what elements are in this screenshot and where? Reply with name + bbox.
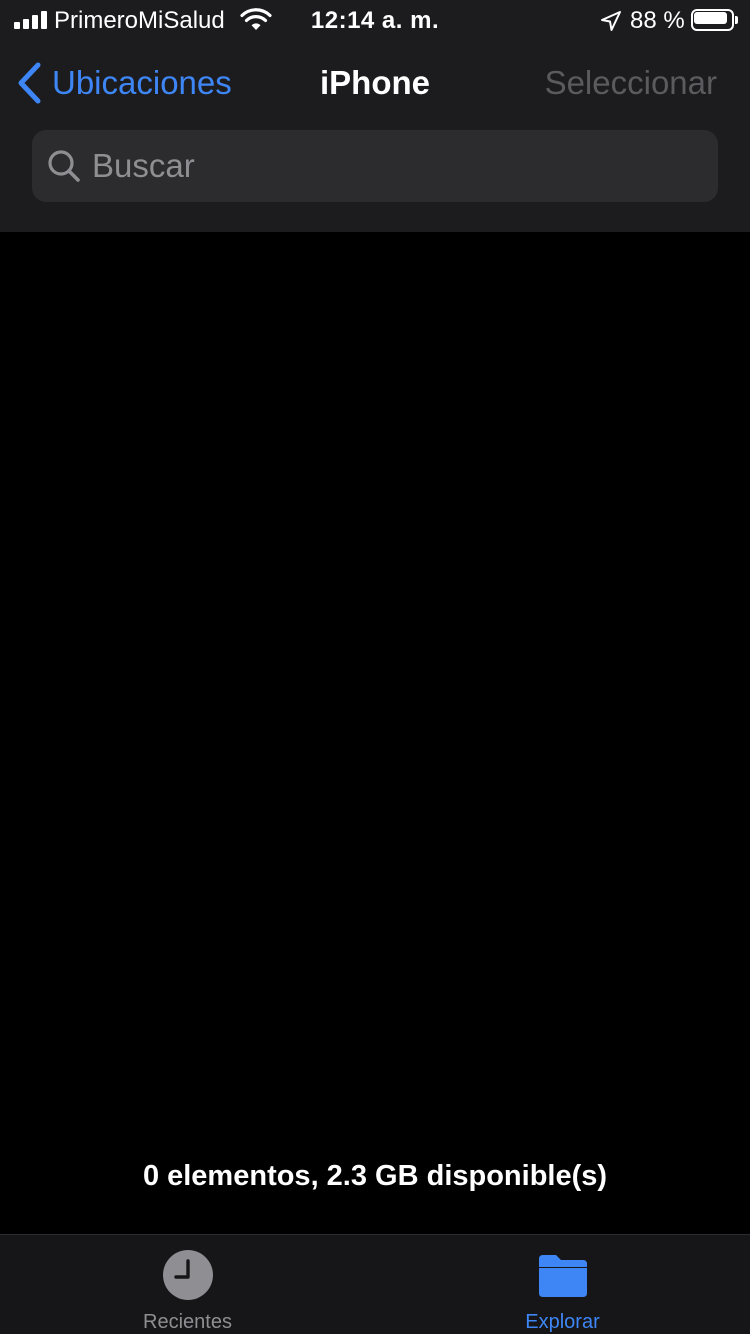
tab-browse[interactable]: Explorar xyxy=(375,1235,750,1334)
tab-browse-label: Explorar xyxy=(525,1311,600,1333)
location-icon xyxy=(601,11,621,31)
search-input[interactable] xyxy=(92,130,718,202)
tab-recents-label: Recientes xyxy=(143,1311,232,1333)
file-list-area: 0 elementos, 2.3 GB disponible(s) xyxy=(0,232,750,1234)
select-button[interactable]: Seleccionar xyxy=(545,64,717,102)
clock-icon xyxy=(162,1250,213,1300)
battery-level-fill xyxy=(694,12,727,24)
tab-recents[interactable]: Recientes xyxy=(0,1235,375,1334)
tab-bar: Recientes Explorar xyxy=(0,1234,750,1334)
chevron-left-icon xyxy=(18,62,41,104)
search-field[interactable] xyxy=(32,130,718,202)
folder-icon xyxy=(538,1255,587,1297)
files-app-screen: PrimeroMiSalud 12:14 a. m. 88 % Ubicacio… xyxy=(0,0,750,1334)
battery-icon xyxy=(691,9,739,31)
search-icon xyxy=(48,150,80,182)
battery-percentage: 88 % xyxy=(630,7,685,34)
status-bar: PrimeroMiSalud 12:14 a. m. 88 % xyxy=(0,0,750,40)
back-button[interactable]: Ubicaciones xyxy=(16,60,232,106)
navigation-bar: Ubicaciones iPhone Seleccionar xyxy=(0,40,750,232)
storage-summary: 0 elementos, 2.3 GB disponible(s) xyxy=(142,1160,608,1192)
back-button-label: Ubicaciones xyxy=(52,64,232,101)
